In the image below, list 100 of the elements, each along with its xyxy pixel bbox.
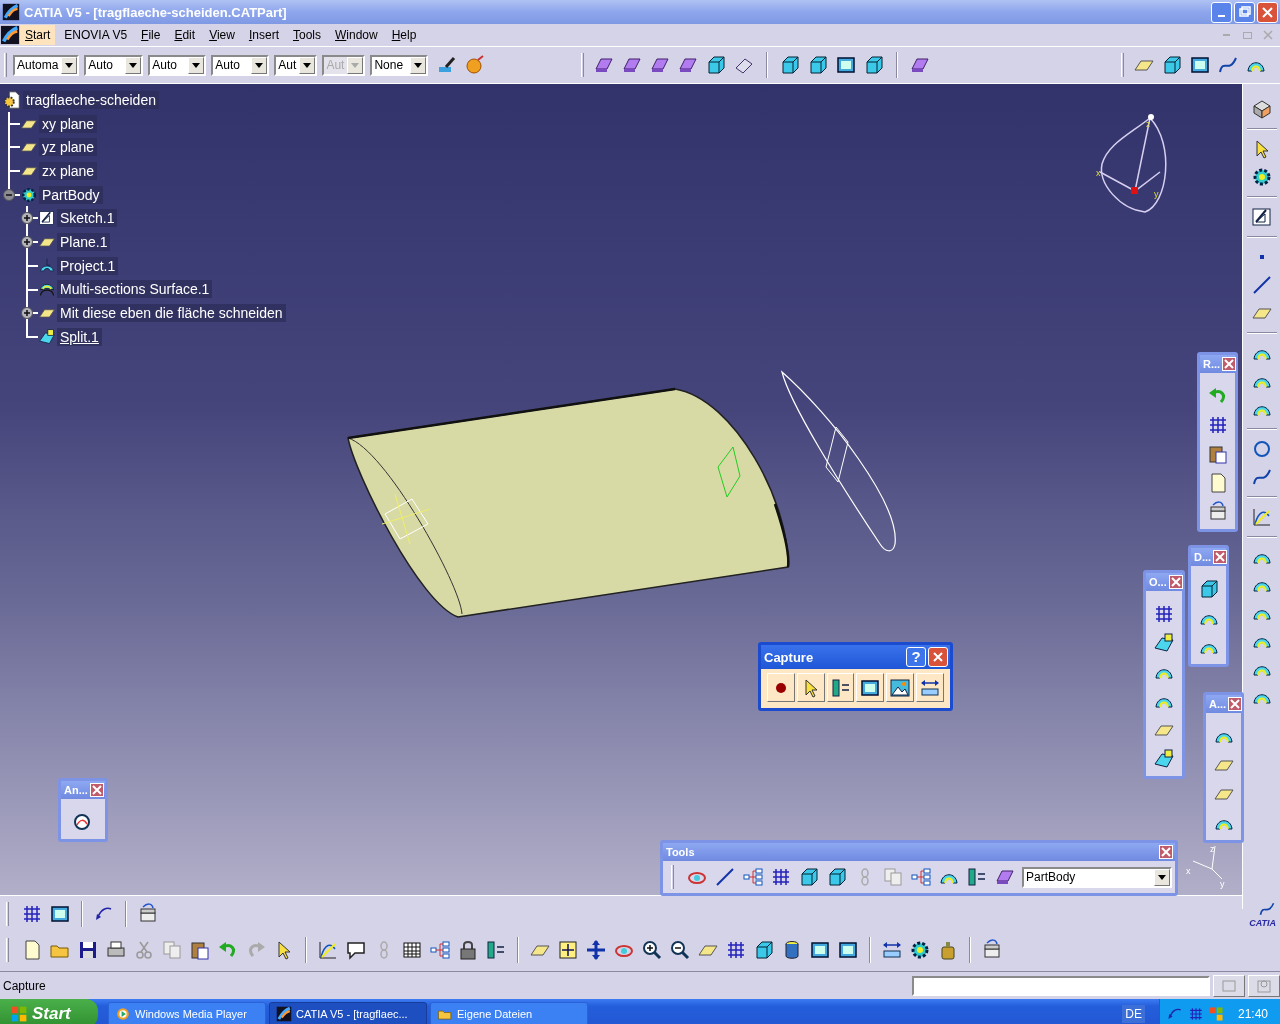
menu-item[interactable]: Edit bbox=[169, 25, 201, 45]
save-icon[interactable] bbox=[77, 939, 99, 961]
cube-icon[interactable] bbox=[705, 54, 728, 76]
close-button[interactable] bbox=[1228, 697, 1243, 711]
paste-icon[interactable] bbox=[189, 939, 211, 961]
minimize-button[interactable] bbox=[1211, 1, 1232, 23]
close-button[interactable] bbox=[1222, 357, 1237, 371]
menu-item[interactable]: Help bbox=[386, 25, 422, 45]
paste-icon[interactable] bbox=[1206, 443, 1229, 465]
windows-icon[interactable] bbox=[1207, 1005, 1224, 1022]
sketch-icon[interactable] bbox=[1250, 206, 1273, 228]
close-button[interactable] bbox=[1257, 1, 1278, 23]
box-icon[interactable] bbox=[981, 939, 1003, 961]
graph-icon[interactable] bbox=[317, 939, 339, 961]
comment-icon[interactable] bbox=[345, 939, 367, 961]
close-button[interactable] bbox=[928, 647, 948, 667]
expand-toggle[interactable] bbox=[21, 212, 33, 225]
expand-toggle[interactable] bbox=[3, 188, 15, 201]
lock-icon[interactable] bbox=[457, 939, 479, 961]
fit-icon[interactable] bbox=[557, 939, 579, 961]
tree-item[interactable]: PartBody bbox=[39, 185, 103, 204]
list-icon[interactable] bbox=[966, 866, 988, 888]
graph-icon[interactable] bbox=[1250, 506, 1273, 528]
select-field[interactable]: Automa bbox=[13, 54, 80, 76]
frame-icon[interactable] bbox=[837, 939, 859, 961]
list-icon[interactable] bbox=[485, 939, 507, 961]
minimize-icon bbox=[1218, 14, 1225, 17]
close-button[interactable] bbox=[1159, 845, 1173, 859]
menu-item[interactable]: Window bbox=[330, 25, 383, 45]
tree-item[interactable]: Split.1 bbox=[57, 327, 102, 346]
grid-icon[interactable] bbox=[770, 866, 792, 888]
select-field[interactable]: Aut bbox=[274, 54, 318, 76]
list-icon[interactable] bbox=[829, 676, 852, 699]
grid-icon[interactable] bbox=[21, 903, 43, 925]
maximize-button[interactable] bbox=[1234, 1, 1255, 23]
menu-item[interactable]: View bbox=[204, 25, 240, 45]
line-icon[interactable] bbox=[714, 866, 736, 888]
zoom-out-icon[interactable] bbox=[669, 939, 691, 961]
table-icon[interactable] bbox=[401, 939, 423, 961]
command-input[interactable] bbox=[912, 975, 1210, 996]
person-button[interactable] bbox=[1248, 974, 1280, 997]
box-icon[interactable] bbox=[137, 903, 159, 925]
split-icon[interactable] bbox=[1153, 748, 1175, 770]
frame-icon[interactable] bbox=[809, 939, 831, 961]
menu-item[interactable]: Tools bbox=[287, 25, 326, 45]
part-icon bbox=[2, 89, 22, 110]
cube-icon[interactable] bbox=[863, 54, 886, 76]
select-field[interactable]: Auto bbox=[84, 54, 144, 76]
tree-item[interactable]: Multi-sections Surface.1 bbox=[57, 280, 213, 299]
cube-icon[interactable] bbox=[807, 54, 830, 76]
split-icon[interactable] bbox=[1153, 632, 1175, 654]
tree-item[interactable]: Plane.1 bbox=[57, 232, 111, 251]
menu-item[interactable]: ENOVIA V5 bbox=[59, 25, 133, 45]
zoom-in-icon[interactable] bbox=[641, 939, 663, 961]
cube-icon[interactable] bbox=[798, 866, 820, 888]
tree-item[interactable]: Mit diese eben die fläche schneiden bbox=[57, 304, 286, 323]
restore-icon bbox=[1242, 31, 1252, 39]
menu-item[interactable]: Start bbox=[20, 25, 56, 45]
view-icon[interactable] bbox=[1250, 98, 1273, 120]
expand-toggle[interactable] bbox=[21, 236, 33, 249]
tree-item[interactable]: tragflaeche-scheiden bbox=[23, 90, 159, 109]
frame-icon[interactable] bbox=[1189, 54, 1212, 76]
tree-icon[interactable] bbox=[429, 939, 451, 961]
tree-icon[interactable] bbox=[910, 866, 932, 888]
language-indicator[interactable]: DE bbox=[1122, 1004, 1145, 1023]
tree-icon[interactable] bbox=[742, 866, 764, 888]
select-field[interactable]: None bbox=[370, 54, 429, 76]
picture-icon[interactable] bbox=[889, 676, 912, 699]
grid-icon[interactable] bbox=[1187, 1005, 1204, 1022]
frame-icon[interactable] bbox=[835, 54, 858, 76]
select-field[interactable]: PartBody bbox=[1022, 866, 1172, 888]
gear-icon[interactable] bbox=[909, 939, 931, 961]
cube-icon[interactable] bbox=[826, 866, 848, 888]
close-button[interactable] bbox=[89, 783, 104, 797]
close-button[interactable] bbox=[1213, 550, 1228, 564]
expand-toggle[interactable] bbox=[21, 307, 33, 320]
ruler-icon[interactable] bbox=[881, 939, 903, 961]
cube-icon[interactable] bbox=[1161, 54, 1184, 76]
cube-icon[interactable] bbox=[779, 54, 802, 76]
split-icon bbox=[38, 327, 56, 346]
tree-item[interactable]: xy plane bbox=[39, 114, 98, 133]
cube-icon[interactable] bbox=[753, 939, 775, 961]
pan-icon[interactable] bbox=[585, 939, 607, 961]
select-field[interactable]: Auto bbox=[148, 54, 207, 76]
tree-item[interactable]: Sketch.1 bbox=[57, 209, 118, 228]
tree-item[interactable]: Project.1 bbox=[57, 256, 119, 275]
menu-item[interactable]: Insert bbox=[243, 25, 284, 45]
select-field[interactable]: Auto bbox=[211, 54, 270, 76]
taskbar-button[interactable]: Eigene Dateien bbox=[430, 1001, 588, 1024]
tree-item[interactable]: zx plane bbox=[39, 161, 98, 180]
taskbar-button[interactable]: CATIA V5 - [tragflaec... bbox=[269, 1001, 427, 1024]
menu-item[interactable]: File bbox=[136, 25, 166, 45]
frame-icon[interactable] bbox=[49, 903, 71, 925]
close-button[interactable] bbox=[1168, 575, 1183, 589]
window-button[interactable] bbox=[1213, 974, 1245, 997]
grid-icon[interactable] bbox=[725, 939, 747, 961]
help-button[interactable]: ? bbox=[906, 647, 926, 667]
taskbar-button[interactable]: Windows Media Player bbox=[108, 1001, 266, 1024]
tree-item[interactable]: yz plane bbox=[39, 138, 98, 157]
grid-icon[interactable] bbox=[1153, 603, 1175, 625]
